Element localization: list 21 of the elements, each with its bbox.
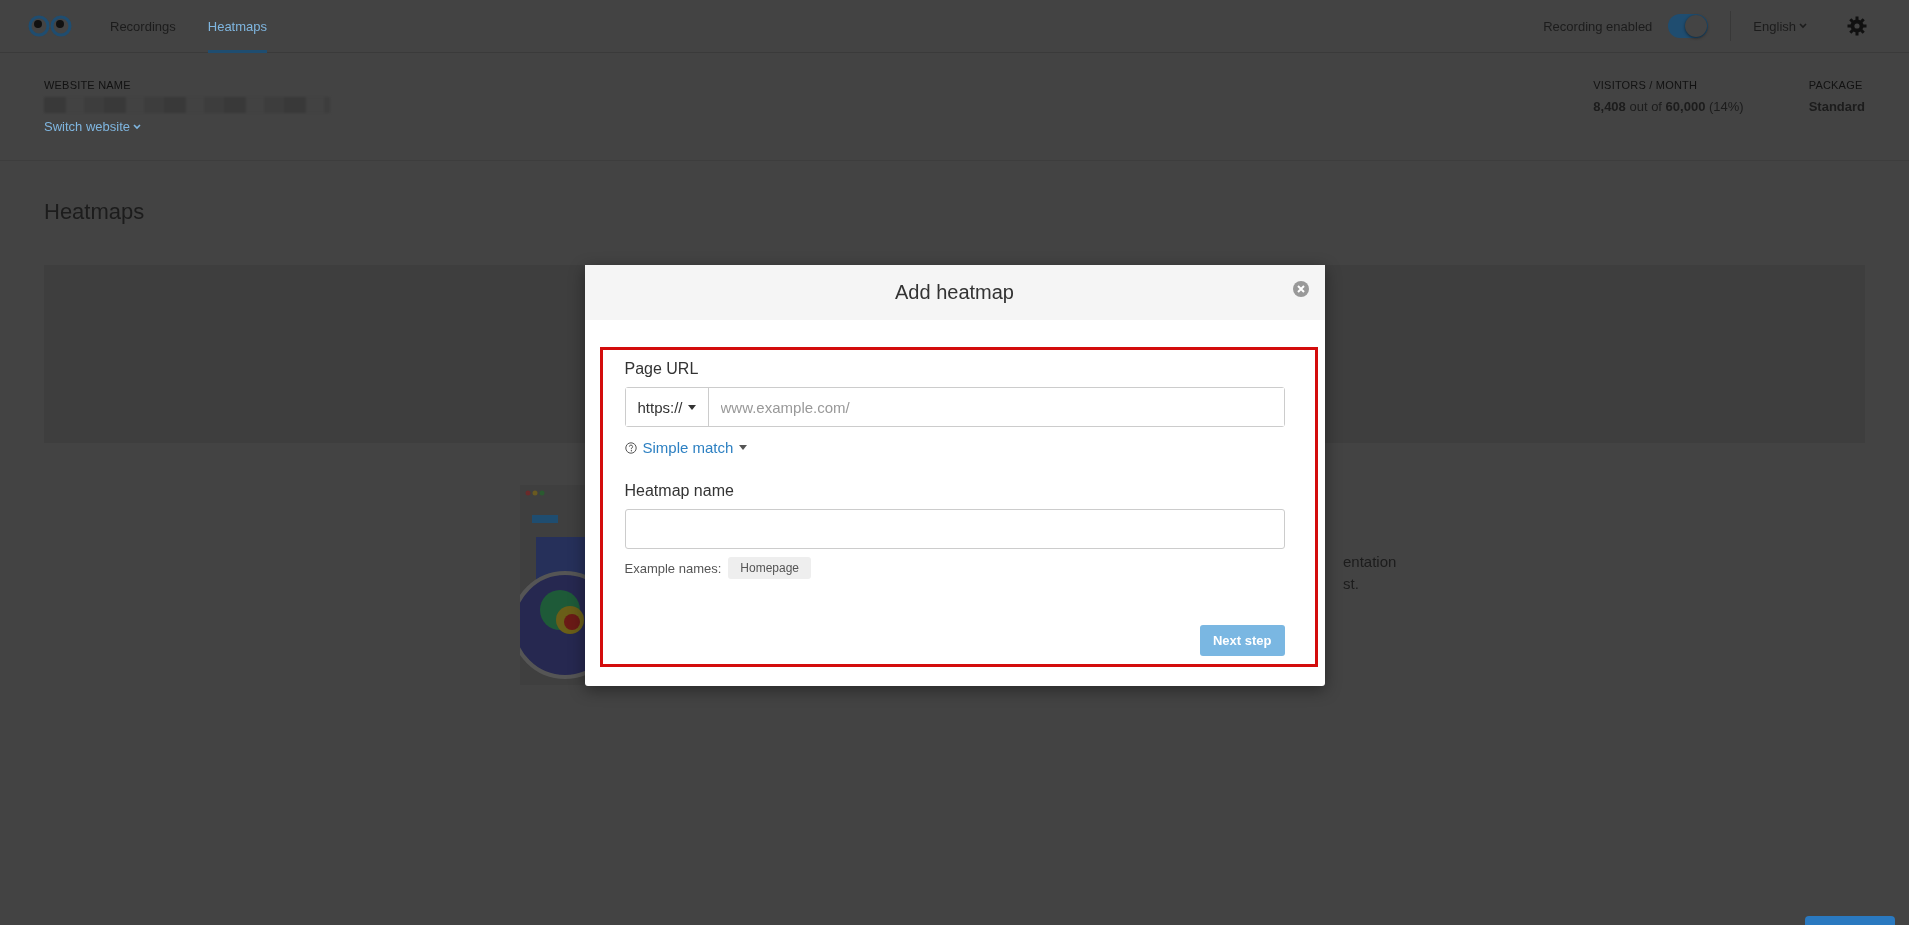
simple-match-link[interactable]: Simple match xyxy=(624,439,1285,456)
dialog-title: Add heatmap xyxy=(895,281,1014,304)
recording-toggle[interactable] xyxy=(1668,14,1709,38)
eyes-logo-icon[interactable] xyxy=(28,15,72,37)
heatmap-name-label: Heatmap name xyxy=(624,482,735,500)
close-icon[interactable] xyxy=(1292,281,1309,297)
example-name-chip[interactable]: Homepage xyxy=(728,557,812,579)
caret-icon xyxy=(739,445,748,450)
protocol-dropdown[interactable]: https:// xyxy=(625,388,709,426)
url-field[interactable]: https:// www.example.com/ xyxy=(624,387,1285,427)
chevron-icon xyxy=(133,123,141,130)
chevron-icon xyxy=(1799,23,1807,29)
help-icon xyxy=(624,441,637,454)
page-url-label: Page URL xyxy=(624,360,700,378)
caret-icon xyxy=(687,404,696,410)
nav-tab[interactable]: Heatmaps xyxy=(207,0,267,53)
example-names-label: Example names: xyxy=(624,560,722,576)
settings-icon[interactable] xyxy=(1847,16,1867,36)
action-button[interactable] xyxy=(1805,916,1895,925)
switch-website-link[interactable]: Switch website xyxy=(44,119,141,134)
heatmap-name-field[interactable] xyxy=(624,509,1285,549)
